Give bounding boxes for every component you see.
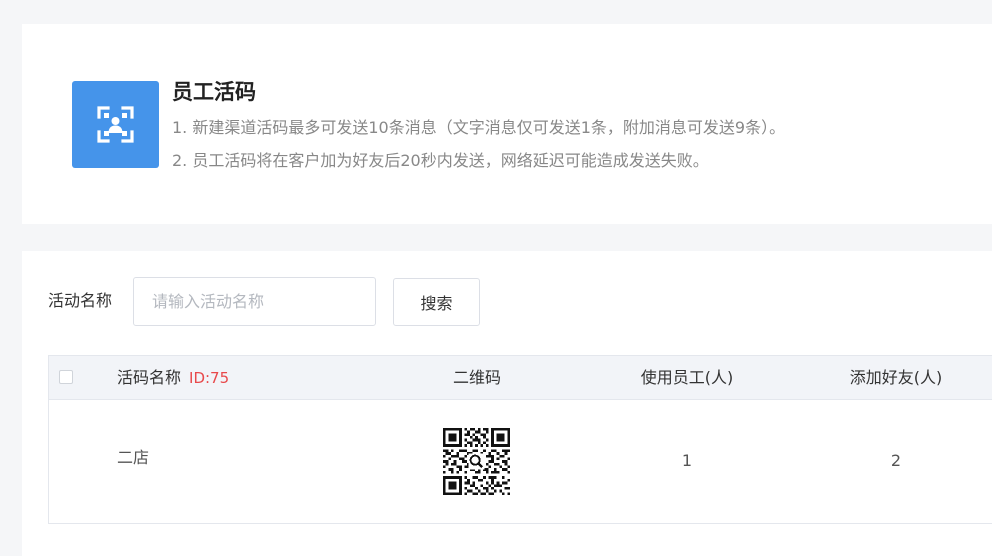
select-all-checkbox[interactable] (59, 370, 73, 384)
qr-user-icon-box (72, 81, 159, 168)
search-input[interactable] (133, 277, 376, 326)
table: 活码名称 ID:75 二维码 使用员工(人) 添加好友(人) 二店 1 2 (48, 355, 992, 524)
table-header: 活码名称 ID:75 二维码 使用员工(人) 添加好友(人) (49, 356, 992, 400)
id-badge: ID:75 (189, 369, 230, 387)
qr-code-image[interactable] (443, 428, 510, 495)
search-button[interactable]: 搜索 (393, 278, 480, 326)
table-row: 二店 1 2 (49, 400, 992, 523)
column-header-friends: 添加好友(人) (849, 368, 943, 387)
search-label: 活动名称 (48, 291, 113, 310)
cell-friends-count: 2 (890, 451, 902, 470)
column-header-qrcode: 二维码 (452, 368, 502, 387)
info-note-2: 2. 员工活码将在客户加为好友后20秒内发送，网络延迟可能造成发送失败。 (172, 151, 709, 170)
page-title: 员工活码 (172, 80, 256, 104)
info-note-1: 1. 新建渠道活码最多可发送10条消息（文字消息仅可发送1条，附加消息可发送9条… (172, 118, 786, 137)
column-header-name-label: 活码名称 (117, 368, 182, 387)
column-header-name: 活码名称 ID:75 (117, 367, 229, 389)
qr-user-icon (97, 106, 134, 143)
info-card: 员工活码 1. 新建渠道活码最多可发送10条消息（文字消息仅可发送1条，附加消息… (22, 24, 992, 224)
column-header-staff: 使用员工(人) (640, 368, 734, 387)
main-card: 活动名称 搜索 活码名称 ID:75 二维码 使用员工(人) 添加好友(人) 二店 (22, 251, 992, 556)
cell-staff-count: 1 (681, 451, 693, 470)
cell-name: 二店 (117, 448, 150, 467)
